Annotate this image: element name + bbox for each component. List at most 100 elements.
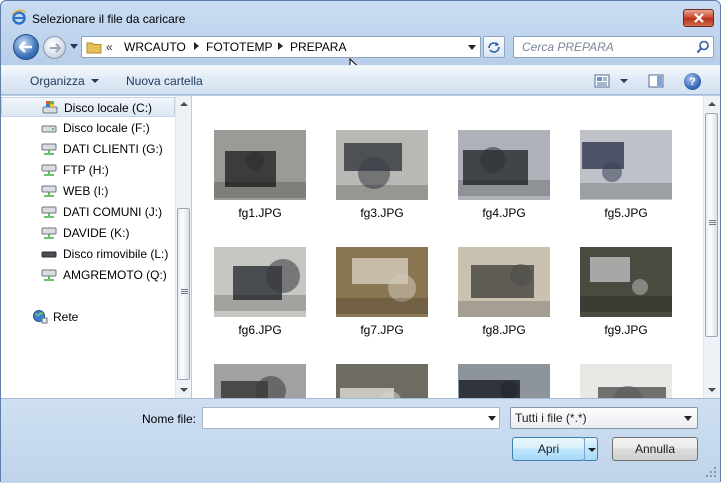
close-icon	[693, 13, 704, 23]
file-name: fg4.JPG	[482, 206, 526, 220]
file-item[interactable]	[568, 364, 678, 398]
forward-button[interactable]	[43, 36, 66, 59]
sidebar-item-label: Rete	[53, 310, 79, 324]
file-item[interactable]: fg5.JPG	[568, 130, 678, 240]
file-name: fg6.JPG	[238, 323, 282, 337]
file-type-value: Tutti i file (*.*)	[515, 411, 587, 425]
scroll-down-icon[interactable]	[180, 388, 188, 392]
image-thumbnail	[580, 364, 672, 398]
chevron-down-icon	[90, 79, 99, 83]
sidebar-item-dati-comuni[interactable]: DATI COMUNI (J:)	[1, 202, 175, 222]
image-thumbnail	[458, 364, 550, 398]
preview-pane-button[interactable]	[648, 73, 664, 92]
address-bar[interactable]: « WRCAUTO FOTOTEMP PREPARA	[81, 36, 481, 58]
close-button[interactable]	[683, 9, 714, 27]
views-dropdown-icon[interactable]	[620, 79, 628, 83]
windows-drive-icon	[42, 101, 58, 115]
file-item[interactable]: fg4.JPG	[446, 130, 556, 240]
sidebar-item-label: Disco locale (F:)	[63, 121, 150, 135]
breadcrumb-fototemp[interactable]: FOTOTEMP	[206, 40, 272, 54]
filename-combobox[interactable]	[202, 407, 500, 429]
view-details-icon	[594, 74, 610, 88]
breadcrumb-separator-icon[interactable]	[194, 42, 199, 50]
file-item[interactable]: fg1.JPG	[202, 130, 312, 240]
file-list-scrollbar[interactable]	[703, 96, 720, 398]
file-name: fg9.JPG	[604, 323, 648, 337]
sidebar-item-ftp[interactable]: FTP (H:)	[1, 160, 175, 180]
views-button[interactable]	[594, 73, 610, 92]
sidebar-item-web[interactable]: WEB (I:)	[1, 181, 175, 201]
file-open-dialog: Selezionare il file da caricare « WRCAUT…	[0, 0, 721, 483]
sidebar-item-disco-locale-f[interactable]: Disco locale (F:)	[1, 118, 175, 138]
sidebar-item-label: DATI CLIENTI (G:)	[63, 142, 163, 156]
scroll-up-icon[interactable]	[708, 102, 716, 106]
sidebar-item-rete[interactable]: Rete	[1, 307, 175, 327]
preview-pane-icon	[648, 74, 664, 88]
file-list: fg1.JPG fg3.JPG fg4.JPG fg5.JPG fg6.JPG fg7.J…	[192, 96, 703, 398]
search-box[interactable]	[513, 36, 714, 58]
file-item[interactable]: fg9.JPG	[568, 247, 678, 357]
network-drive-icon	[41, 163, 57, 177]
sidebar-item-disco-locale-c[interactable]: Disco locale (C:)	[1, 97, 175, 117]
sidebar-item-label: AMGREMOTO (Q:)	[63, 268, 167, 282]
hard-drive-icon	[41, 121, 57, 135]
cancel-button[interactable]: Annulla	[612, 437, 698, 461]
open-options-button[interactable]	[584, 437, 598, 461]
sidebar-scrollbar[interactable]	[175, 96, 191, 398]
back-button[interactable]	[13, 34, 39, 60]
file-item[interactable]: fg3.JPG	[324, 130, 434, 240]
file-item[interactable]: fg7.JPG	[324, 247, 434, 357]
scrollbar-thumb[interactable]	[705, 113, 718, 337]
grip-icon	[709, 220, 716, 221]
sidebar-item-label: Disco locale (C:)	[64, 101, 153, 115]
image-thumbnail	[458, 247, 550, 317]
recent-locations-button[interactable]	[69, 42, 79, 52]
image-thumbnail	[214, 364, 306, 398]
search-input[interactable]	[514, 37, 692, 57]
address-dropdown-icon[interactable]	[468, 45, 476, 50]
file-item[interactable]: fg6.JPG	[202, 247, 312, 357]
navigation-pane: Disco locale (C:) Disco locale (F:) DATI…	[1, 96, 191, 398]
breadcrumb-separator-icon[interactable]	[278, 42, 283, 50]
search-icon[interactable]	[696, 40, 710, 57]
network-drive-icon	[41, 226, 57, 240]
file-name: fg8.JPG	[482, 323, 526, 337]
scrollbar-thumb[interactable]	[177, 208, 190, 380]
file-item[interactable]: fg8.JPG	[446, 247, 556, 357]
resize-grip-icon[interactable]	[705, 466, 717, 481]
file-item[interactable]	[324, 364, 434, 398]
image-thumbnail	[458, 130, 550, 200]
sidebar-item-amgremoto[interactable]: AMGREMOTO (Q:)	[1, 265, 175, 285]
folder-icon	[86, 40, 102, 57]
sidebar-item-davide[interactable]: DAVIDE (K:)	[1, 223, 175, 243]
organize-menu-button[interactable]: Organizza	[30, 74, 99, 88]
help-button[interactable]: ?	[684, 73, 701, 90]
chevron-down-icon	[70, 44, 78, 49]
sidebar-item-label: DAVIDE (K:)	[63, 226, 130, 240]
scroll-down-icon[interactable]	[708, 388, 716, 392]
arrow-left-icon	[19, 41, 32, 53]
internet-explorer-icon	[11, 9, 27, 25]
filename-input[interactable]	[203, 408, 479, 428]
new-folder-button[interactable]: Nuova cartella	[126, 74, 203, 88]
sidebar-item-disco-rimovibile[interactable]: Disco rimovibile (L:)	[1, 244, 175, 264]
network-drive-icon	[41, 268, 57, 282]
dialog-footer: Nome file: Tutti i file (*.*) Apri Annul…	[1, 398, 720, 483]
sidebar-item-label: FTP (H:)	[63, 163, 109, 177]
refresh-button[interactable]	[483, 36, 505, 58]
chevron-down-icon[interactable]	[488, 416, 496, 421]
command-bar: Organizza Nuova cartella ?	[1, 65, 720, 95]
scroll-up-icon[interactable]	[180, 102, 188, 106]
file-name: fg3.JPG	[360, 206, 404, 220]
file-item[interactable]	[202, 364, 312, 398]
filename-label: Nome file:	[142, 412, 197, 426]
open-button[interactable]: Apri	[512, 437, 585, 461]
title-bar[interactable]: Selezionare il file da caricare	[1, 1, 720, 33]
file-item[interactable]	[446, 364, 556, 398]
sidebar-item-dati-clienti[interactable]: DATI CLIENTI (G:)	[1, 139, 175, 159]
breadcrumb-prepara[interactable]: PREPARA	[290, 40, 346, 54]
breadcrumb-overflow[interactable]: «	[106, 40, 113, 54]
file-type-select[interactable]: Tutti i file (*.*)	[510, 407, 698, 429]
sidebar-item-label: DATI COMUNI (J:)	[63, 205, 163, 219]
breadcrumb-wrcauto[interactable]: WRCAUTO	[124, 40, 186, 54]
